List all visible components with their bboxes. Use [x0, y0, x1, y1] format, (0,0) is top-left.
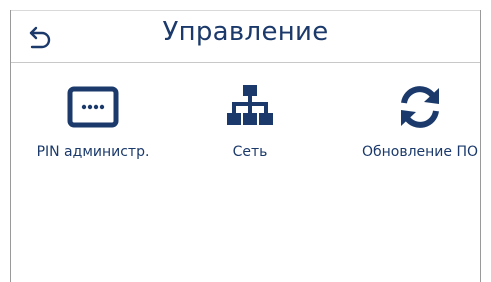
control-screen: Управление PIN администр. Сеть Обновлени…	[0, 0, 491, 282]
tile-software-update-label: Обновление ПО	[361, 144, 479, 160]
tile-pin-admin-label: PIN администр.	[36, 144, 150, 160]
pin-keypad-icon	[67, 86, 119, 128]
header-bar: Управление	[11, 11, 480, 63]
tile-network-icon-wrap	[170, 78, 330, 136]
tile-software-update-icon-wrap	[340, 78, 491, 136]
network-icon	[227, 85, 273, 125]
tile-pin-admin[interactable]: PIN администр.	[13, 78, 173, 173]
refresh-icon	[401, 86, 439, 128]
tile-pin-admin-icon-wrap	[13, 78, 173, 136]
page-title: Управление	[162, 17, 329, 47]
tile-network[interactable]: Сеть	[170, 78, 330, 173]
tile-software-update[interactable]: Обновление ПО	[340, 78, 491, 173]
tile-network-label: Сеть	[232, 144, 268, 160]
